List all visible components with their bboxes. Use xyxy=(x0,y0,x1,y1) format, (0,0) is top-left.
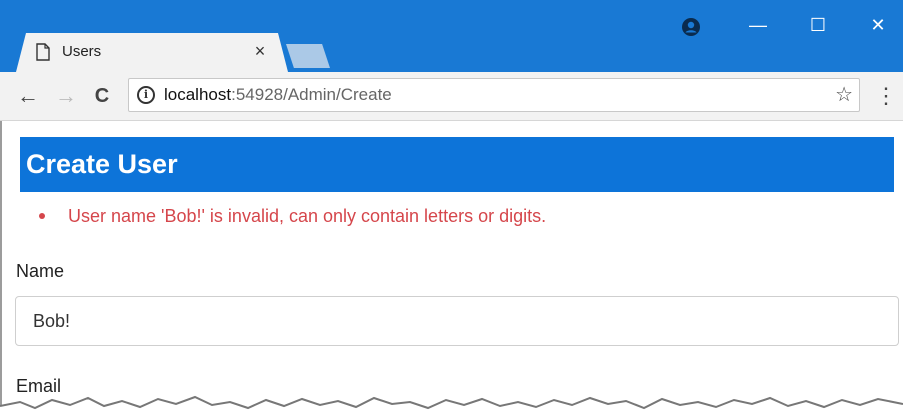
url-path: :54928/Admin/Create xyxy=(231,85,392,104)
name-label: Name xyxy=(16,261,65,281)
minimize-icon[interactable]: — xyxy=(738,10,778,40)
address-bar[interactable]: i localhost:54928/Admin/Create ☆ xyxy=(128,78,860,112)
tab-title: Users xyxy=(62,43,102,60)
validation-summary: User name 'Bob!' is invalid, can only co… xyxy=(36,204,546,228)
browser-toolbar: ← → C i localhost:54928/Admin/Create ☆ ⋮ xyxy=(0,72,903,121)
name-input-value: Bob! xyxy=(33,311,71,331)
name-input[interactable]: Bob! xyxy=(15,296,899,346)
torn-edge xyxy=(0,395,903,419)
forward-icon[interactable]: → xyxy=(52,82,80,110)
window-close-icon[interactable]: ✕ xyxy=(858,10,898,40)
error-message: User name 'Bob!' is invalid, can only co… xyxy=(68,206,547,226)
browser-window: Users × — ☐ ✕ ← → C i localhost:54928/Ad… xyxy=(0,0,903,419)
window-edge xyxy=(0,121,2,419)
url-text[interactable]: localhost:54928/Admin/Create xyxy=(164,85,392,105)
profile-icon[interactable] xyxy=(680,16,702,38)
page-title: Create User xyxy=(26,149,178,179)
star-icon[interactable]: ☆ xyxy=(835,82,853,107)
page-icon xyxy=(36,43,50,61)
new-tab-icon[interactable] xyxy=(286,44,330,68)
page-content: Create User User name 'Bob!' is invalid,… xyxy=(0,121,903,419)
error-item: User name 'Bob!' is invalid, can only co… xyxy=(36,204,546,228)
title-bar: Users × — ☐ ✕ xyxy=(0,0,903,72)
menu-icon[interactable]: ⋮ xyxy=(875,82,897,110)
info-icon[interactable]: i xyxy=(137,86,155,104)
close-icon[interactable]: × xyxy=(248,39,272,63)
reload-icon[interactable]: C xyxy=(88,82,116,110)
url-host: localhost xyxy=(164,85,232,104)
page-header: Create User xyxy=(20,137,894,192)
maximize-icon[interactable]: ☐ xyxy=(798,10,838,40)
tab-users[interactable]: Users × xyxy=(16,33,288,72)
bullet-icon xyxy=(39,213,45,219)
back-icon[interactable]: ← xyxy=(14,82,42,110)
